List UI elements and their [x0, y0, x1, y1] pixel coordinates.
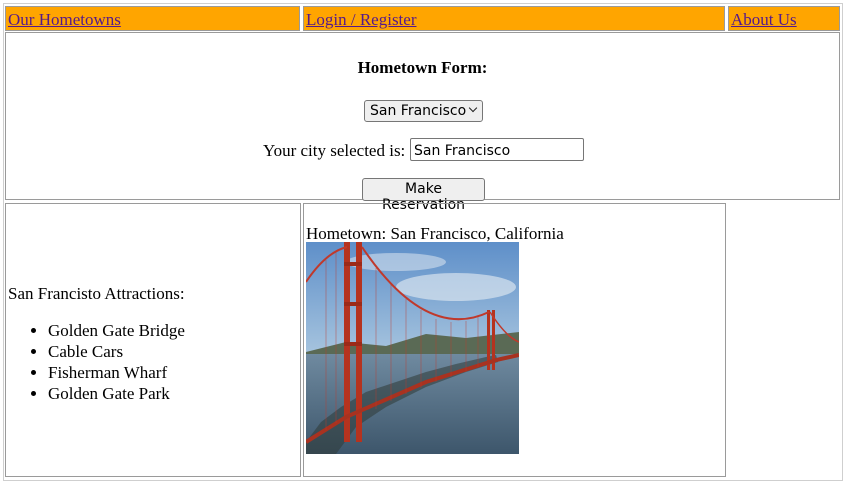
nav-link-about-us[interactable]: About Us: [731, 10, 797, 30]
make-reservation-button[interactable]: Make Reservation: [362, 178, 485, 213]
nav-cell-hometowns: Our Hometowns: [5, 6, 300, 31]
hometown-cell: Hometown: San Francisco, California: [303, 203, 726, 477]
hometown-form-cell: Hometown Form: San Francisco Your city s…: [5, 32, 840, 213]
nav-cell-about: About Us: [728, 6, 840, 31]
city-selected-label: Your city selected is:: [263, 141, 406, 160]
nav-link-login-register[interactable]: Login / Register: [306, 10, 416, 30]
nav-cell-login: Login / Register: [303, 6, 725, 31]
golden-gate-bridge-photo: [306, 242, 519, 454]
nav-link-our-hometowns[interactable]: Our Hometowns: [8, 10, 121, 30]
attraction-item: Golden Gate Bridge: [48, 320, 185, 341]
chevron-down-icon: [468, 103, 478, 113]
attractions-cell: San Francisto Attractions: Golden Gate B…: [5, 203, 301, 477]
attraction-item: Fisherman Wharf: [48, 362, 185, 383]
attractions-title: San Francisto Attractions:: [8, 284, 185, 303]
city-selected-input[interactable]: [410, 138, 584, 161]
attraction-item: Cable Cars: [48, 341, 185, 362]
city-select[interactable]: San Francisco: [364, 100, 483, 122]
attractions-list: Golden Gate Bridge Cable Cars Fisherman …: [8, 320, 185, 404]
attraction-item: Golden Gate Park: [48, 383, 185, 404]
form-title: Hometown Form:: [357, 58, 488, 77]
city-select-value: San Francisco: [370, 103, 467, 119]
hometown-label: Hometown: San Francisco, California: [306, 224, 564, 243]
